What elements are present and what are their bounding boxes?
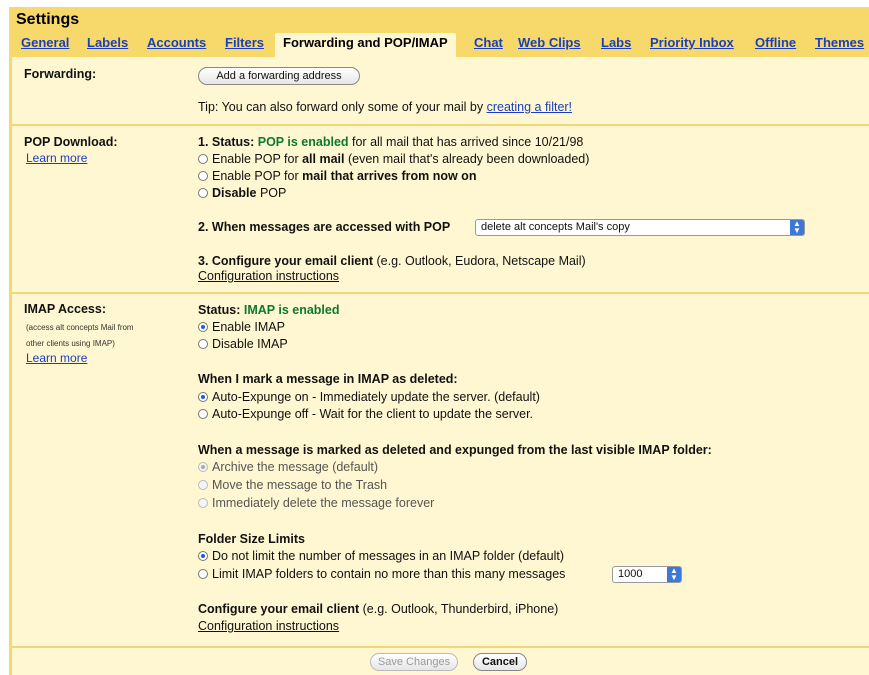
tab-labels[interactable]: Labels (87, 33, 128, 55)
pop-config-instructions-link[interactable]: Configuration instructions (198, 269, 339, 283)
section-divider (12, 646, 869, 648)
imap-delete-forever-option[interactable]: Immediately delete the message forever (198, 496, 434, 510)
pop-status: 1. Status: POP is enabled for all mail t… (198, 135, 583, 149)
imap-archive-label: Archive the message (default) (212, 460, 379, 474)
pop-option-disable-a: Disable (212, 186, 257, 200)
tab-labs[interactable]: Labs (601, 33, 631, 55)
forwarding-tip: Tip: You can also forward only some of y… (198, 100, 572, 114)
imap-expunged-heading: When a message is marked as deleted and … (198, 443, 712, 457)
imap-status-prefix: Status: (198, 303, 244, 317)
pop-option-from-now-a: Enable POP for (212, 169, 303, 183)
imap-limit-select-value: 1000 (618, 568, 643, 580)
save-changes-button[interactable]: Save Changes (370, 653, 458, 671)
radio-icon[interactable] (198, 188, 208, 198)
imap-delete-forever-label: Immediately delete the message forever (212, 496, 435, 510)
tab-priority-inbox[interactable]: Priority Inbox (650, 33, 734, 55)
section-divider (12, 124, 869, 126)
imap-note-line2: other clients using IMAP) (26, 339, 115, 348)
settings-footer: Save Changes Cancel (12, 649, 869, 675)
pop-status-suffix: for all mail that has arrived since 10/2… (348, 135, 584, 149)
tab-forwarding-pop-imap[interactable]: Forwarding and POP/IMAP (275, 33, 456, 57)
radio-selected-icon[interactable] (198, 322, 208, 332)
imap-enable-label: Enable IMAP (212, 320, 285, 334)
page-title: Settings (16, 11, 80, 28)
radio-selected-icon[interactable] (198, 392, 208, 402)
creating-filter-link[interactable]: creating a filter! (487, 100, 572, 114)
radio-icon[interactable] (198, 409, 208, 419)
forwarding-label: Forwarding: (24, 67, 97, 81)
radio-icon[interactable] (198, 339, 208, 349)
radio-selected-icon[interactable] (198, 551, 208, 561)
imap-note-line1: (access alt concepts Mail from (26, 323, 134, 332)
imap-enable-option[interactable]: Enable IMAP (198, 320, 285, 334)
pop-access-select-value: delete alt concepts Mail's copy (481, 221, 630, 233)
imap-disable-option[interactable]: Disable IMAP (198, 337, 288, 351)
radio-icon[interactable] (198, 569, 208, 579)
tab-filters[interactable]: Filters (225, 33, 264, 55)
pop-access-label: 2. When messages are accessed with POP (198, 220, 451, 234)
imap-config-instructions-link[interactable]: Configuration instructions (198, 619, 339, 633)
imap-folder-size-heading: Folder Size Limits (198, 532, 305, 546)
tab-chat[interactable]: Chat (474, 33, 503, 55)
pop-status-prefix: 1. Status: (198, 135, 258, 149)
tab-web-clips[interactable]: Web Clips (518, 33, 581, 55)
pop-option-all-mail-b: all mail (302, 152, 345, 166)
imap-configure-a: Configure your email client (198, 602, 360, 616)
tab-offline[interactable]: Offline (755, 33, 796, 55)
add-forwarding-address-button[interactable]: Add a forwarding address (198, 67, 360, 85)
settings-frame: Settings General Labels Accounts Filters… (9, 7, 869, 675)
imap-status-value: IMAP is enabled (243, 303, 340, 317)
radio-icon[interactable] (198, 171, 208, 181)
imap-access-label: IMAP Access: (24, 302, 106, 316)
imap-expunge-off-label: Auto-Expunge off - Wait for the client t… (212, 407, 534, 421)
imap-limit-label: Limit IMAP folders to contain no more th… (212, 567, 566, 581)
pop-option-disable-b: POP (256, 186, 287, 200)
left-margin (0, 0, 9, 675)
pop-configure: 3. Configure your email client (e.g. Out… (198, 254, 586, 268)
pop-status-value: POP is enabled (257, 135, 349, 149)
pop-learn-more-link[interactable]: Learn more (26, 151, 87, 165)
imap-configure-b: (e.g. Outlook, Thunderbird, iPhone) (359, 602, 559, 616)
imap-no-limit-option[interactable]: Do not limit the number of messages in a… (198, 549, 564, 563)
imap-deleted-heading: When I mark a message in IMAP as deleted… (198, 372, 458, 386)
settings-panel: Forwarding: Add a forwarding address Tip… (12, 57, 869, 675)
tab-accounts[interactable]: Accounts (147, 33, 206, 55)
radio-disabled-icon[interactable] (198, 480, 208, 490)
pop-option-all-mail-c: (even mail that's already been downloade… (344, 152, 590, 166)
radio-selected-disabled-icon[interactable] (198, 462, 208, 472)
pop-option-all-mail[interactable]: Enable POP for all mail (even mail that'… (198, 152, 589, 166)
imap-limit-select[interactable]: 1000 ▲ ▼ (612, 566, 682, 583)
tab-general[interactable]: General (21, 33, 69, 55)
radio-icon[interactable] (198, 154, 208, 164)
pop-download-label: POP Download: (24, 135, 118, 149)
select-arrows-icon: ▲ ▼ (667, 567, 681, 582)
imap-expunge-on-option[interactable]: Auto-Expunge on - Immediately update the… (198, 390, 540, 404)
settings-page: Settings General Labels Accounts Filters… (0, 0, 869, 675)
pop-configure-a: 3. Configure your email client (198, 254, 374, 268)
imap-status: Status: IMAP is enabled (198, 303, 339, 317)
imap-archive-option[interactable]: Archive the message (default) (198, 460, 378, 474)
tab-themes[interactable]: Themes (815, 33, 864, 55)
select-arrows-icon: ▲ ▼ (790, 220, 804, 235)
cancel-button[interactable]: Cancel (473, 653, 527, 671)
pop-option-from-now-b: mail that arrives from now on (302, 169, 477, 183)
radio-disabled-icon[interactable] (198, 498, 208, 508)
imap-expunge-on-label: Auto-Expunge on - Immediately update the… (212, 390, 540, 404)
imap-trash-label: Move the message to the Trash (212, 478, 388, 492)
imap-trash-option[interactable]: Move the message to the Trash (198, 478, 387, 492)
section-divider (12, 292, 869, 294)
pop-option-all-mail-a: Enable POP for (212, 152, 303, 166)
pop-configure-b: (e.g. Outlook, Eudora, Netscape Mail) (373, 254, 586, 268)
pop-option-disable[interactable]: Disable POP (198, 186, 286, 200)
imap-no-limit-label: Do not limit the number of messages in a… (212, 549, 565, 563)
forwarding-tip-text: Tip: You can also forward only some of y… (198, 100, 487, 114)
settings-tabs: General Labels Accounts Filters Forwardi… (9, 33, 869, 57)
imap-configure: Configure your email client (e.g. Outloo… (198, 602, 558, 616)
pop-access-select[interactable]: delete alt concepts Mail's copy ▲ ▼ (475, 219, 805, 236)
imap-limit-option[interactable]: Limit IMAP folders to contain no more th… (198, 567, 565, 581)
imap-learn-more-link[interactable]: Learn more (26, 351, 87, 365)
imap-disable-label: Disable IMAP (212, 337, 288, 351)
pop-option-from-now[interactable]: Enable POP for mail that arrives from no… (198, 169, 476, 183)
imap-expunge-off-option[interactable]: Auto-Expunge off - Wait for the client t… (198, 407, 533, 421)
